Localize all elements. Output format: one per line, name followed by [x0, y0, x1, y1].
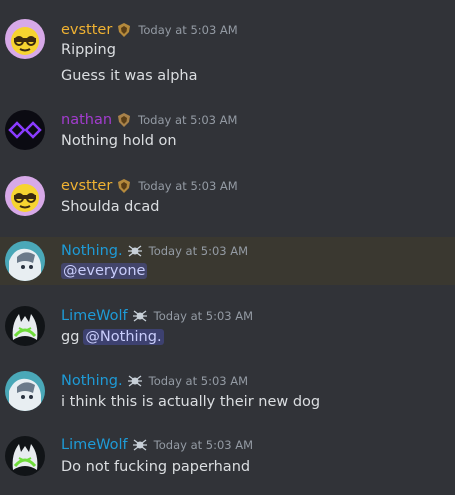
- crest-badge-icon: [118, 113, 131, 127]
- yellow-sunglasses-face-icon: [5, 19, 45, 59]
- message-group: evstter Today at 5:03 AM Shoulda dcad: [0, 166, 455, 232]
- message-text: i think this is actually their new dog: [61, 394, 321, 410]
- message-header: evstter Today at 5:03 AM: [61, 175, 238, 197]
- timestamp[interactable]: Today at 5:03 AM: [149, 374, 248, 388]
- message-text: Nothing hold on: [61, 133, 177, 149]
- username[interactable]: Nothing.: [61, 373, 123, 389]
- username[interactable]: LimeWolf: [61, 308, 128, 324]
- message-header: LimeWolf Today at 5:03 AM: [61, 305, 253, 327]
- mention-user[interactable]: @Nothing.: [83, 329, 164, 345]
- username[interactable]: LimeWolf: [61, 437, 128, 453]
- timestamp[interactable]: Today at 5:03 AM: [154, 438, 253, 452]
- message-text: Ripping: [61, 42, 116, 58]
- message-header: Nothing. Today at 5:03 AM: [61, 370, 248, 392]
- avatar[interactable]: [5, 306, 45, 346]
- avatar[interactable]: [5, 19, 45, 59]
- message-group: LimeWolf Today at 5:03 AM gg @Nothing.: [0, 290, 455, 356]
- message-header: nathan Today at 5:03 AM: [61, 109, 237, 131]
- timestamp[interactable]: Today at 5:03 AM: [154, 309, 253, 323]
- timestamp[interactable]: Today at 5:03 AM: [149, 244, 248, 258]
- timestamp[interactable]: Today at 5:03 AM: [138, 113, 237, 127]
- yellow-sunglasses-face-icon: [5, 176, 45, 216]
- message-group: nathan Today at 5:03 AM Nothing hold on: [0, 100, 455, 166]
- timestamp[interactable]: Today at 5:03 AM: [138, 23, 237, 37]
- chat-message-list: evstter Today at 5:03 AM Ripping Guess i…: [0, 0, 455, 495]
- message-text: gg @Nothing.: [61, 327, 164, 347]
- anime-character-icon: [5, 241, 45, 281]
- avatar[interactable]: [5, 176, 45, 216]
- crest-badge-icon: [118, 179, 131, 193]
- username[interactable]: nathan: [61, 112, 112, 128]
- username[interactable]: Nothing.: [61, 243, 123, 259]
- spider-badge-icon: [127, 245, 142, 257]
- purple-double-diamond-icon: [5, 110, 45, 150]
- message-group-mentioned: Nothing. Today at 5:03 AM @everyone: [0, 237, 455, 285]
- anime-character-icon: [5, 371, 45, 411]
- avatar[interactable]: [5, 436, 45, 476]
- message-text: Shoulda dcad: [61, 199, 160, 215]
- avatar[interactable]: [5, 241, 45, 281]
- message-group: LimeWolf Today at 5:03 AM Do not fucking…: [0, 422, 455, 495]
- timestamp[interactable]: Today at 5:03 AM: [138, 179, 237, 193]
- username[interactable]: evstter: [61, 22, 112, 38]
- green-wolf-icon: [5, 436, 45, 476]
- spider-badge-icon: [127, 375, 142, 387]
- message-group: evstter Today at 5:03 AM Ripping Guess i…: [0, 0, 455, 100]
- message-text-fragment: gg: [61, 329, 80, 345]
- message-header: LimeWolf Today at 5:03 AM: [61, 434, 253, 456]
- spider-badge-icon: [132, 439, 147, 451]
- crest-badge-icon: [118, 23, 131, 37]
- green-wolf-icon: [5, 306, 45, 346]
- avatar[interactable]: [5, 371, 45, 411]
- message-header: Nothing. Today at 5:03 AM: [61, 240, 248, 262]
- message-header: evstter Today at 5:03 AM: [61, 19, 238, 41]
- message-text: Do not fucking paperhand: [61, 459, 251, 475]
- message-text: @everyone: [61, 261, 148, 281]
- avatar[interactable]: [5, 110, 45, 150]
- spider-badge-icon: [132, 310, 147, 322]
- message-text: Guess it was alpha: [61, 68, 198, 84]
- message-group: Nothing. Today at 5:03 AM i think this i…: [0, 356, 455, 422]
- mention-everyone[interactable]: @everyone: [61, 263, 148, 279]
- username[interactable]: evstter: [61, 178, 112, 194]
